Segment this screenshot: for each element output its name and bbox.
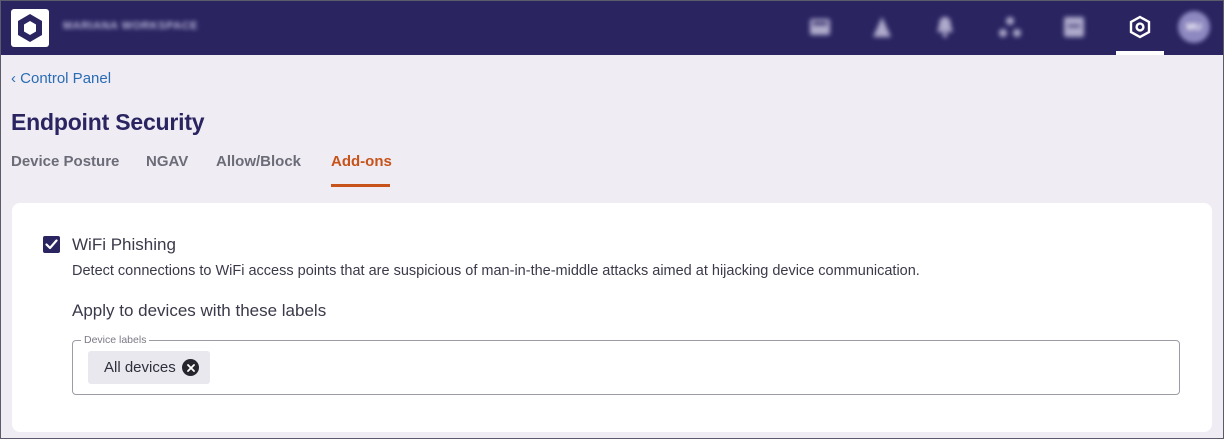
grid-icon[interactable] xyxy=(1060,13,1088,41)
apply-labels-heading: Apply to devices with these labels xyxy=(72,301,327,320)
checkmark-icon xyxy=(45,239,58,250)
notifications-icon[interactable] xyxy=(931,13,959,41)
page-title: Endpoint Security xyxy=(11,109,205,135)
device-labels-legend: Device labels xyxy=(81,334,150,346)
tab-add-ons[interactable]: Add-ons xyxy=(331,153,392,170)
active-tab-indicator xyxy=(331,184,390,187)
device-labels-field[interactable]: Device labels All devices xyxy=(72,334,1180,395)
alerts-icon[interactable] xyxy=(868,13,896,41)
chip-remove-icon[interactable] xyxy=(182,359,199,376)
breadcrumb-control-panel[interactable]: ‹ Control Panel xyxy=(11,70,111,87)
chip-label: All devices xyxy=(104,359,176,376)
tab-device-posture[interactable]: Device Posture xyxy=(11,153,119,170)
settings-icon[interactable] xyxy=(1126,13,1154,41)
feature-description: Detect connections to WiFi access points… xyxy=(72,263,920,279)
hexagon-logo-icon xyxy=(18,14,42,42)
tab-ngav[interactable]: NGAV xyxy=(146,153,188,170)
workspace-name[interactable]: MARIANA WORKSPACE xyxy=(63,20,219,34)
active-nav-indicator xyxy=(1116,51,1164,55)
reports-icon[interactable] xyxy=(806,13,834,41)
tab-allow-block[interactable]: Allow/Block xyxy=(216,153,301,170)
wifi-phishing-checkbox[interactable] xyxy=(43,236,60,253)
app-logo[interactable] xyxy=(11,9,49,47)
top-navigation-bar: MARIANA WORKSPACE MU xyxy=(1,1,1223,55)
label-chip-all-devices: All devices xyxy=(88,351,210,384)
network-icon[interactable] xyxy=(996,13,1024,41)
feature-title: WiFi Phishing xyxy=(72,235,176,254)
user-avatar[interactable]: MU xyxy=(1178,11,1210,43)
wifi-phishing-card: WiFi Phishing Detect connections to WiFi… xyxy=(12,203,1212,432)
